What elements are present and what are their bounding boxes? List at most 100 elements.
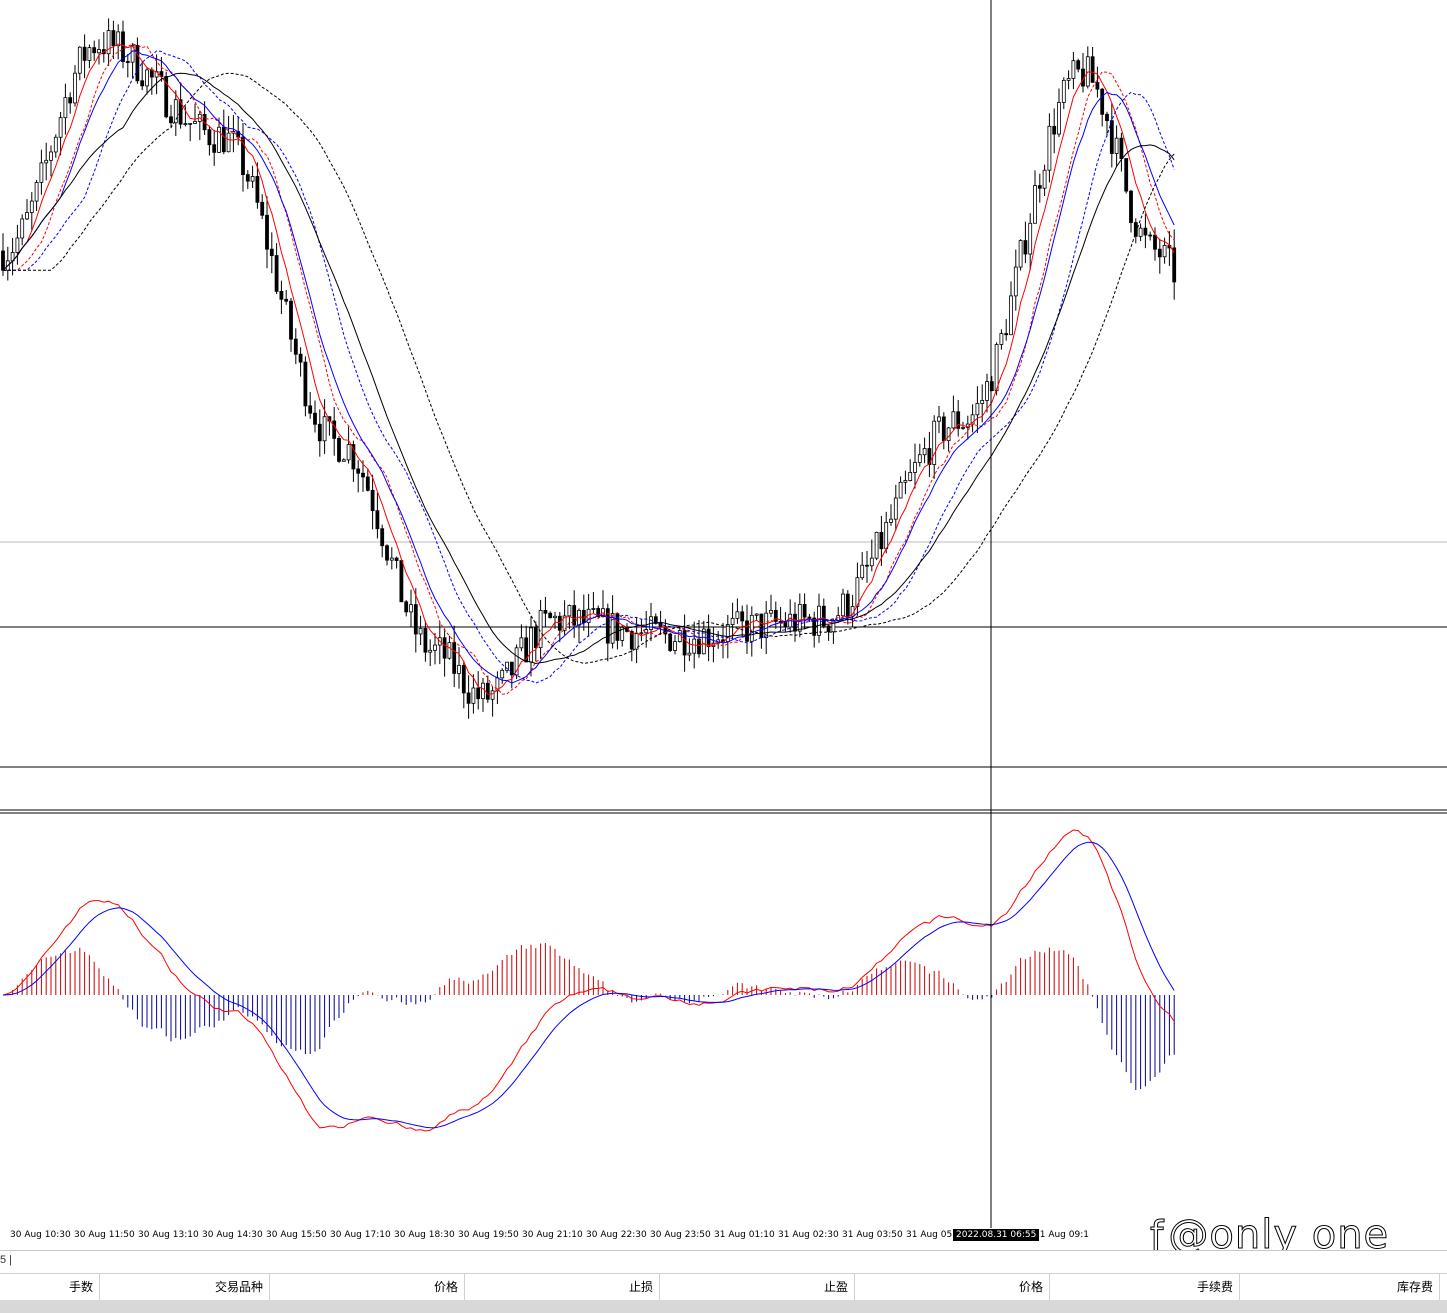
candle-body-down (548, 612, 553, 619)
candle (740, 605, 745, 638)
candle-body-up (1114, 137, 1119, 154)
candle (332, 407, 337, 456)
candle (389, 547, 394, 570)
candle (668, 632, 673, 653)
candle (620, 624, 625, 647)
candle-body-up (226, 132, 231, 153)
candle (149, 67, 154, 95)
candle (956, 399, 961, 437)
candle-body-up (29, 200, 34, 213)
candle-body-up (951, 411, 956, 429)
candle-body-up (985, 381, 989, 401)
candle-body-down (370, 489, 375, 512)
main-price-panel[interactable] (0, 18, 1447, 814)
candle (1004, 318, 1009, 341)
candle-body-up (53, 136, 58, 153)
candle-body-down (68, 97, 73, 104)
candle (1157, 238, 1162, 274)
candle-body-up (869, 557, 874, 567)
candle-body-up (999, 333, 1004, 345)
candle (298, 347, 303, 377)
candle (1085, 46, 1090, 89)
candle-body-up (1085, 56, 1090, 87)
candle-body-up (73, 72, 77, 104)
horizontal-scrollbar[interactable] (0, 1300, 1447, 1313)
candle (898, 476, 903, 499)
candle-body-down (245, 174, 250, 182)
terminal-column-header[interactable]: 止损 (465, 1274, 660, 1300)
candle-body-down (413, 604, 418, 635)
chart-tab-strip: 5 | (0, 1250, 1447, 1273)
chart-tab-text[interactable]: 5 | (0, 1254, 12, 1266)
candle-body-up (913, 462, 917, 473)
candle-body-down (793, 613, 797, 632)
candle (375, 492, 380, 539)
candle (1057, 88, 1061, 138)
terminal-column-header[interactable]: 价格 (270, 1274, 465, 1300)
candle (385, 544, 389, 566)
candle (279, 280, 284, 315)
candle-body-up (428, 649, 433, 653)
candle (317, 409, 322, 457)
candle-body-up (769, 609, 773, 614)
candle (937, 405, 941, 434)
candle-body-down (1090, 56, 1095, 83)
candle (1114, 125, 1119, 167)
candle-body-down (1148, 234, 1153, 237)
candle-body-up (1047, 125, 1052, 171)
candle (303, 356, 308, 417)
candle-body-down (826, 625, 831, 633)
terminal-column-header[interactable]: 手数 (0, 1274, 100, 1300)
candle (1009, 281, 1013, 336)
candle-body-up (97, 49, 101, 54)
candle (337, 435, 341, 463)
candle-body-up (553, 615, 557, 619)
candle (1013, 249, 1018, 311)
candle-body-down (1133, 222, 1138, 237)
candle (922, 437, 927, 464)
candle-body-down (308, 405, 313, 414)
candle (639, 619, 644, 642)
candle-body-down (375, 510, 380, 530)
candle-body-down (255, 176, 260, 203)
terminal-column-header[interactable]: 止盈 (660, 1274, 855, 1300)
candle-body-down (740, 611, 745, 622)
candle (125, 53, 130, 78)
candle (500, 668, 505, 684)
candle (1138, 223, 1143, 242)
candle-body-up (946, 427, 951, 442)
price-chart[interactable] (0, 0, 1447, 1250)
candle (193, 103, 197, 124)
candle (788, 599, 793, 633)
terminal-column-header[interactable]: 价格 (855, 1274, 1050, 1300)
candle-body-down (1052, 125, 1057, 135)
candle (428, 639, 433, 667)
candle (20, 214, 25, 246)
candle-body-down (125, 61, 130, 63)
candle (673, 634, 677, 655)
candle (140, 61, 145, 91)
candle (92, 40, 97, 61)
candle (682, 614, 687, 672)
candle-body-up (500, 669, 505, 679)
candle (97, 39, 101, 65)
candle (87, 44, 92, 69)
terminal-column-header[interactable]: 手续费 (1050, 1274, 1240, 1300)
macd-indicator-panel[interactable] (2, 829, 1175, 1132)
candle-body-up (1138, 227, 1143, 237)
candle-body-up (937, 416, 941, 422)
candle (173, 90, 178, 137)
candle (39, 149, 44, 195)
candle-body-up (932, 420, 937, 465)
candle-body-down (274, 255, 279, 292)
candle-body-down (221, 126, 226, 153)
candle (1061, 77, 1066, 110)
terminal-column-header[interactable]: 交易品种 (100, 1274, 270, 1300)
candle (442, 628, 447, 677)
candle (1018, 239, 1023, 271)
candle-body-down (1129, 190, 1133, 223)
terminal-column-header[interactable]: 库存费 (1240, 1274, 1440, 1300)
candle-body-down (92, 47, 97, 54)
candle-body-down (1172, 247, 1177, 283)
candle (548, 611, 553, 619)
